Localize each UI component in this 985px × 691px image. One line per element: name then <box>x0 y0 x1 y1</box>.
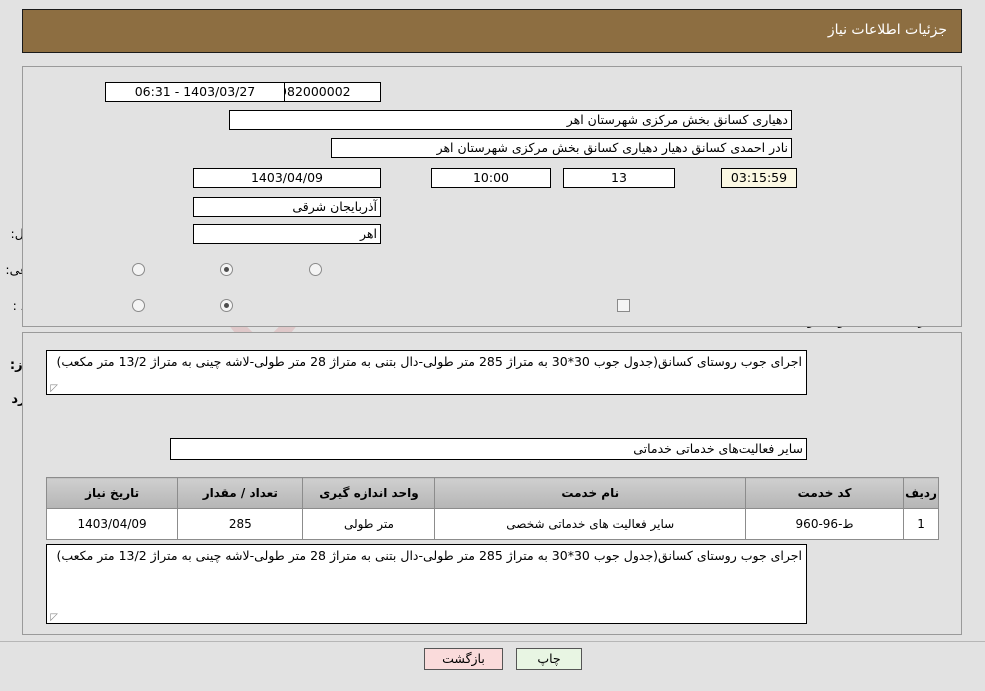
province-value: آذربایجان شرقی <box>193 197 381 217</box>
cell-code: ط-96-960 <box>745 508 905 540</box>
radio-process-motevaset[interactable] <box>220 299 233 312</box>
resize-grip-icon-2[interactable]: ◸ <box>49 613 58 623</box>
cell-unit: متر طولی <box>302 508 436 540</box>
table-header-row: ردیف کد خدمت نام خدمت واحد اندازه گیری ت… <box>45 477 939 509</box>
buyer-org-value: دهیاری کسانق بخش مرکزی شهرستان اهر <box>229 110 792 130</box>
deadline-hour-value: 10:00 <box>431 168 551 188</box>
col-date: تاریخ نیاز <box>45 477 179 509</box>
buyer-notes-text: اجرای جوب روستای کسانق(جدول جوب 30*30 به… <box>56 548 803 563</box>
cell-name: سایر فعالیت های خدماتی شخصی <box>434 508 747 540</box>
resize-grip-icon[interactable]: ◸ <box>49 384 58 394</box>
page-title: جزئیات اطلاعات نیاز <box>827 22 947 38</box>
radio-category-kala[interactable] <box>132 263 145 276</box>
deadline-date-value: 1403/04/09 <box>193 168 381 188</box>
buyer-notes-textarea[interactable]: اجرای جوب روستای کسانق(جدول جوب 30*30 به… <box>46 544 807 624</box>
service-group-value: سایر فعالیت‌های خدماتی خدماتی <box>170 438 807 460</box>
countdown-value: 03:15:59 <box>721 168 797 188</box>
days-remaining-value: 13 <box>563 168 675 188</box>
cell-date: 1403/04/09 <box>45 508 179 540</box>
col-qty: تعداد / مقدار <box>177 477 304 509</box>
back-button[interactable]: بازگشت <box>424 648 503 670</box>
city-value: اهر <box>193 224 381 244</box>
radio-category-khedmat[interactable] <box>220 263 233 276</box>
treasury-bond-checkbox[interactable] <box>617 299 630 312</box>
summary-textarea[interactable]: اجرای جوب روستای کسانق(جدول جوب 30*30 به… <box>46 350 807 395</box>
announce-date-value: 1403/03/27 - 06:31 <box>105 82 285 102</box>
print-button[interactable]: چاپ <box>516 648 582 670</box>
need-info-panel <box>22 66 962 327</box>
summary-text: اجرای جوب روستای کسانق(جدول جوب 30*30 به… <box>56 354 803 369</box>
col-code: کد خدمت <box>745 477 905 509</box>
col-row: ردیف <box>903 477 939 509</box>
cell-row: 1 <box>903 508 939 540</box>
col-unit: واحد اندازه گیری <box>302 477 436 509</box>
radio-category-kala-khedmat[interactable] <box>309 263 322 276</box>
col-name: نام خدمت <box>434 477 747 509</box>
page-header-bar: جزئیات اطلاعات نیاز <box>22 9 962 53</box>
creator-value: نادر احمدی کسانق دهیار دهیاری کسانق بخش … <box>331 138 792 158</box>
radio-process-jozi[interactable] <box>132 299 145 312</box>
services-table: ردیف کد خدمت نام خدمت واحد اندازه گیری ت… <box>45 477 939 540</box>
cell-qty: 285 <box>177 508 304 540</box>
table-row: 1 ط-96-960 سایر فعالیت های خدماتی شخصی م… <box>45 508 939 540</box>
